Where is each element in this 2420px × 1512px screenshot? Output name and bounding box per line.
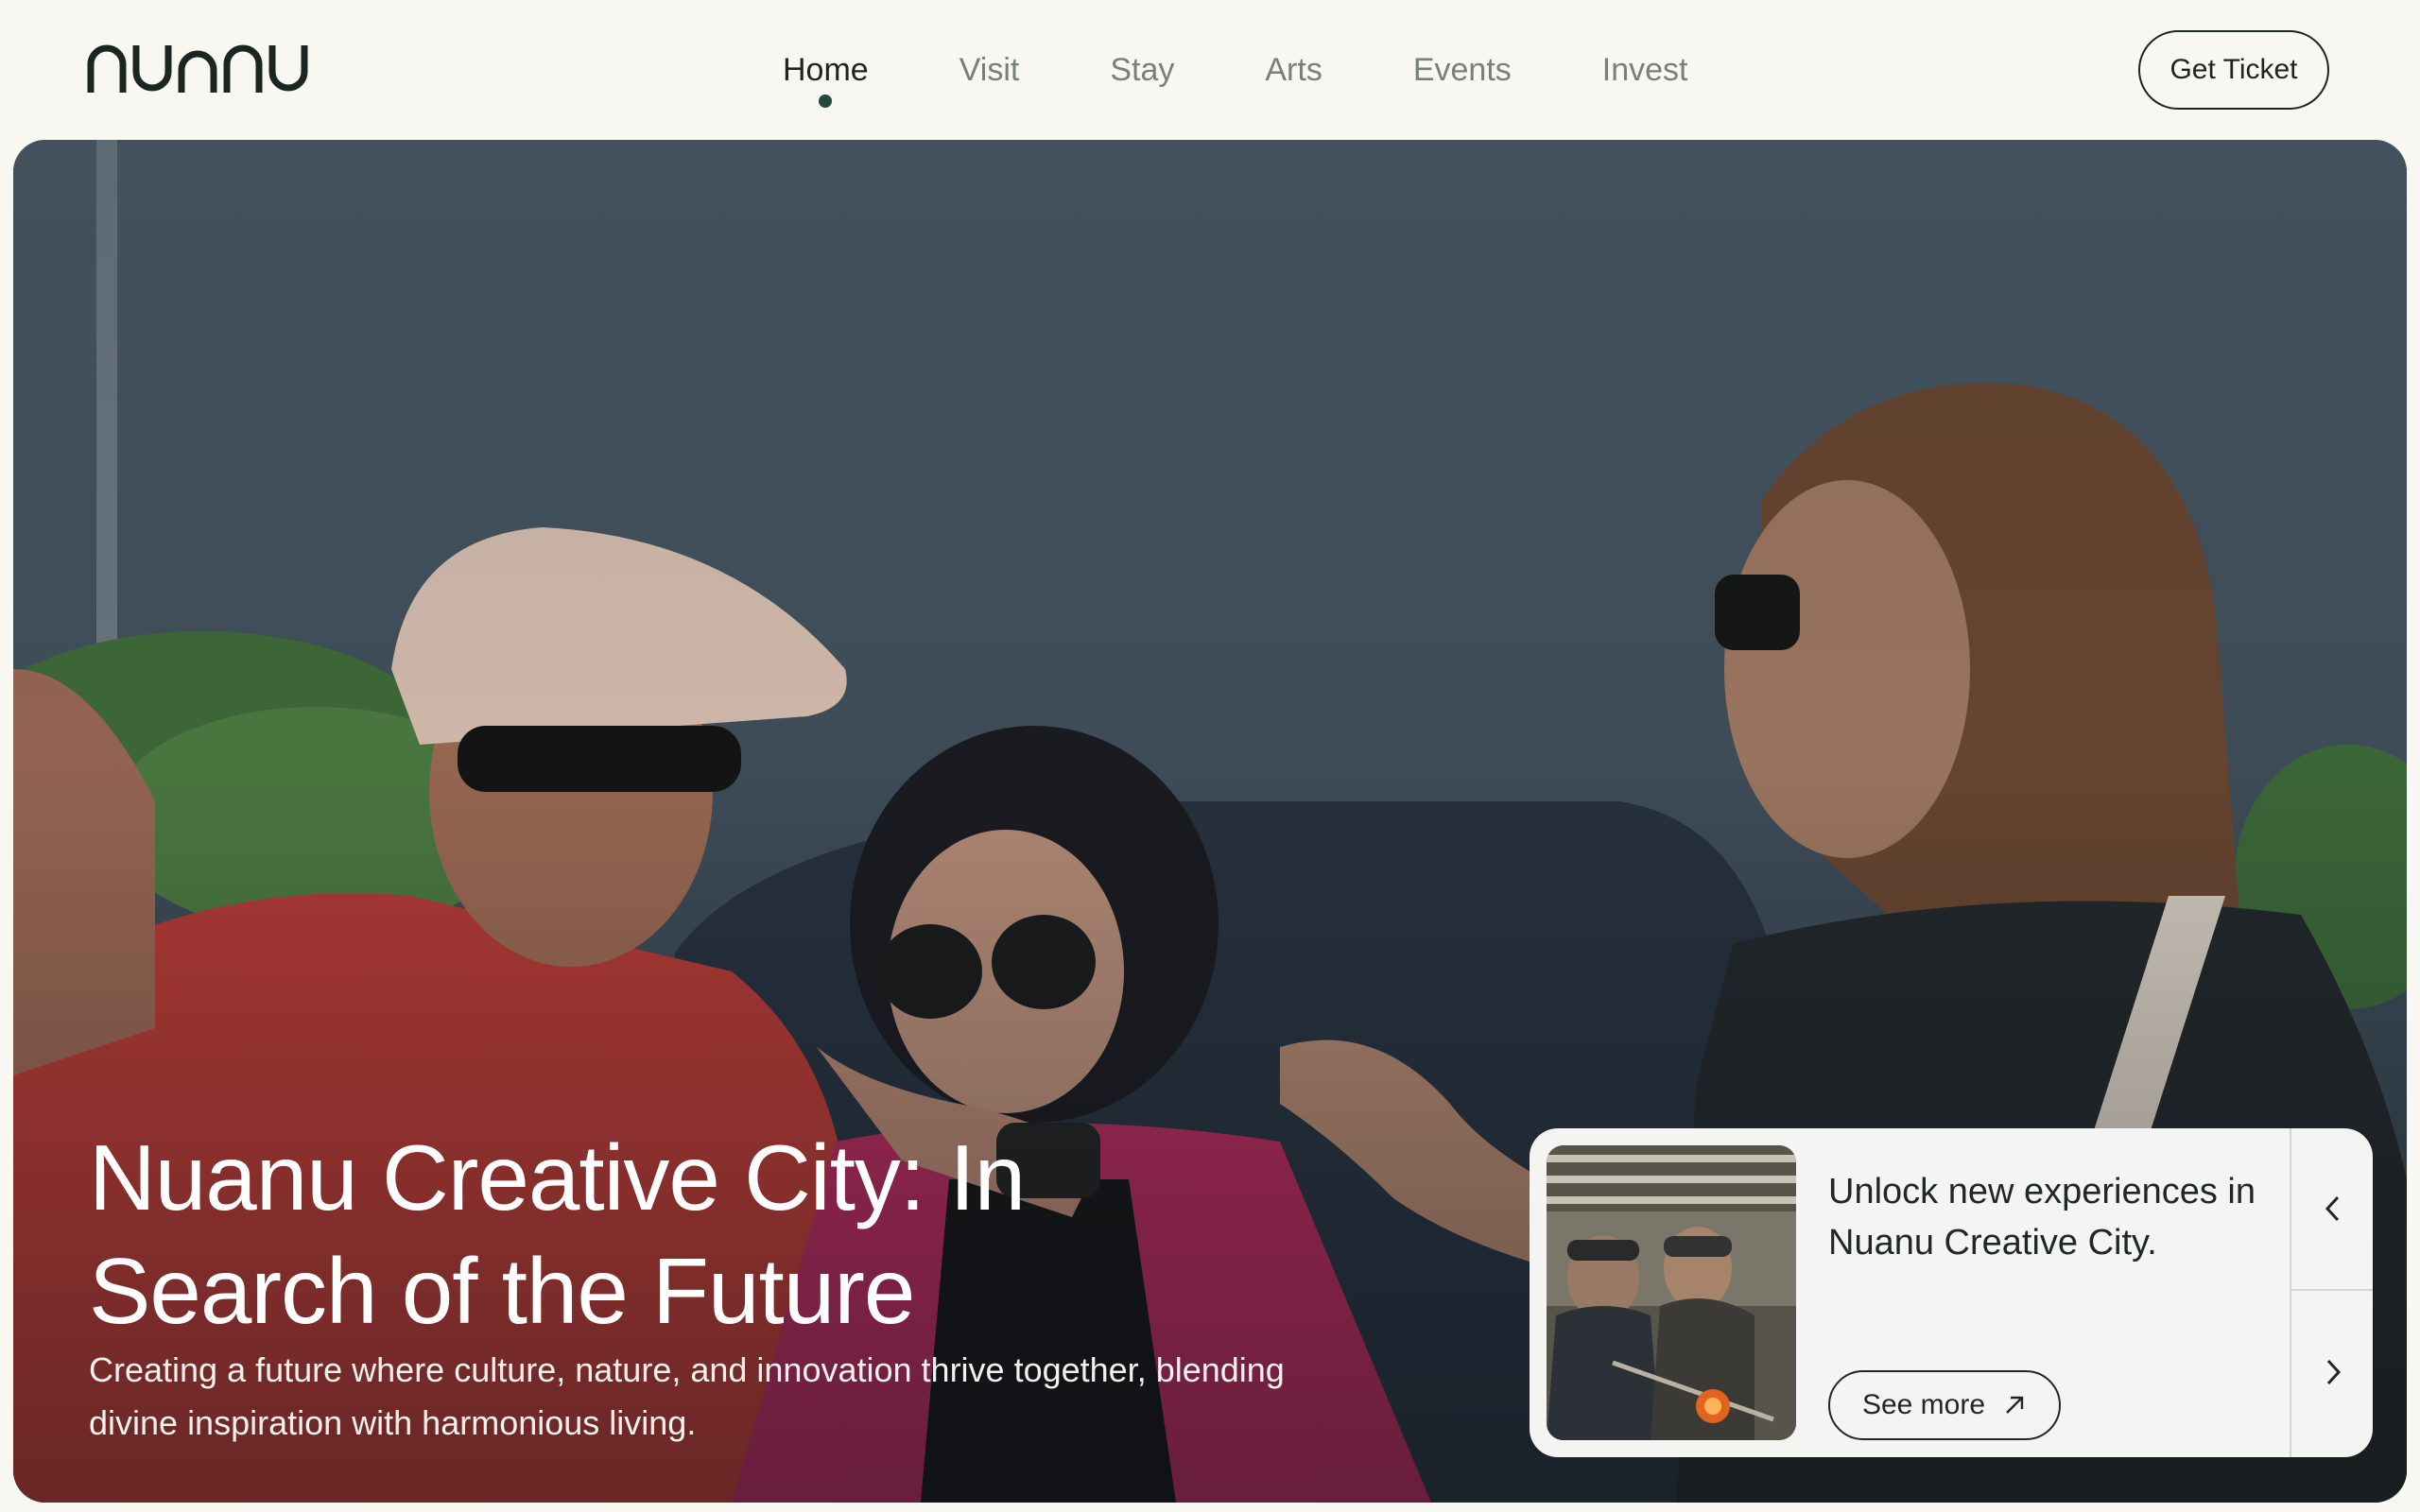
nav-item-home[interactable]: Home [737, 0, 914, 140]
nav-item-invest[interactable]: Invest [1557, 0, 1734, 140]
promo-thumbnail-image[interactable] [1547, 1145, 1796, 1440]
nav-item-label: Home [783, 51, 869, 88]
main-nav: Home Visit Stay Arts Events Invest [737, 0, 1734, 140]
nav-item-arts[interactable]: Arts [1219, 0, 1367, 140]
carousel-next-button[interactable] [2291, 1291, 2373, 1453]
nav-item-events[interactable]: Events [1368, 0, 1557, 140]
see-more-button[interactable]: See more [1828, 1370, 2061, 1440]
get-ticket-button[interactable]: Get Ticket [2138, 30, 2329, 110]
nav-item-label: Visit [959, 51, 1020, 88]
chevron-right-icon [2326, 1359, 2342, 1385]
carousel-controls [2290, 1128, 2373, 1457]
hero-section: Nuanu Creative City: In Search of the Fu… [13, 140, 2407, 1503]
chevron-left-icon [2325, 1195, 2340, 1222]
nav-item-label: Invest [1601, 51, 1688, 88]
nav-item-visit[interactable]: Visit [914, 0, 1065, 140]
promo-text: Unlock new experiences in Nuanu Creative… [1828, 1172, 2256, 1263]
active-indicator-dot [819, 94, 833, 108]
nuanu-logo[interactable] [87, 42, 320, 94]
nav-item-stay[interactable]: Stay [1064, 0, 1219, 140]
nav-item-label: Events [1412, 51, 1512, 88]
promo-card: Unlock new experiences in Nuanu Creative… [1530, 1128, 2373, 1457]
hero-title: Nuanu Creative City: In Search of the Fu… [89, 1125, 1026, 1343]
nav-item-label: Stay [1110, 51, 1175, 88]
hero-subtitle: Creating a future where culture, nature,… [89, 1350, 1285, 1442]
carousel-prev-button[interactable] [2291, 1128, 2373, 1291]
see-more-label: See more [1861, 1389, 1986, 1420]
site-header: Home Visit Stay Arts Events Invest Get T… [0, 0, 2420, 140]
arrow-up-right-icon [2006, 1396, 2024, 1414]
nav-item-label: Arts [1265, 51, 1322, 88]
